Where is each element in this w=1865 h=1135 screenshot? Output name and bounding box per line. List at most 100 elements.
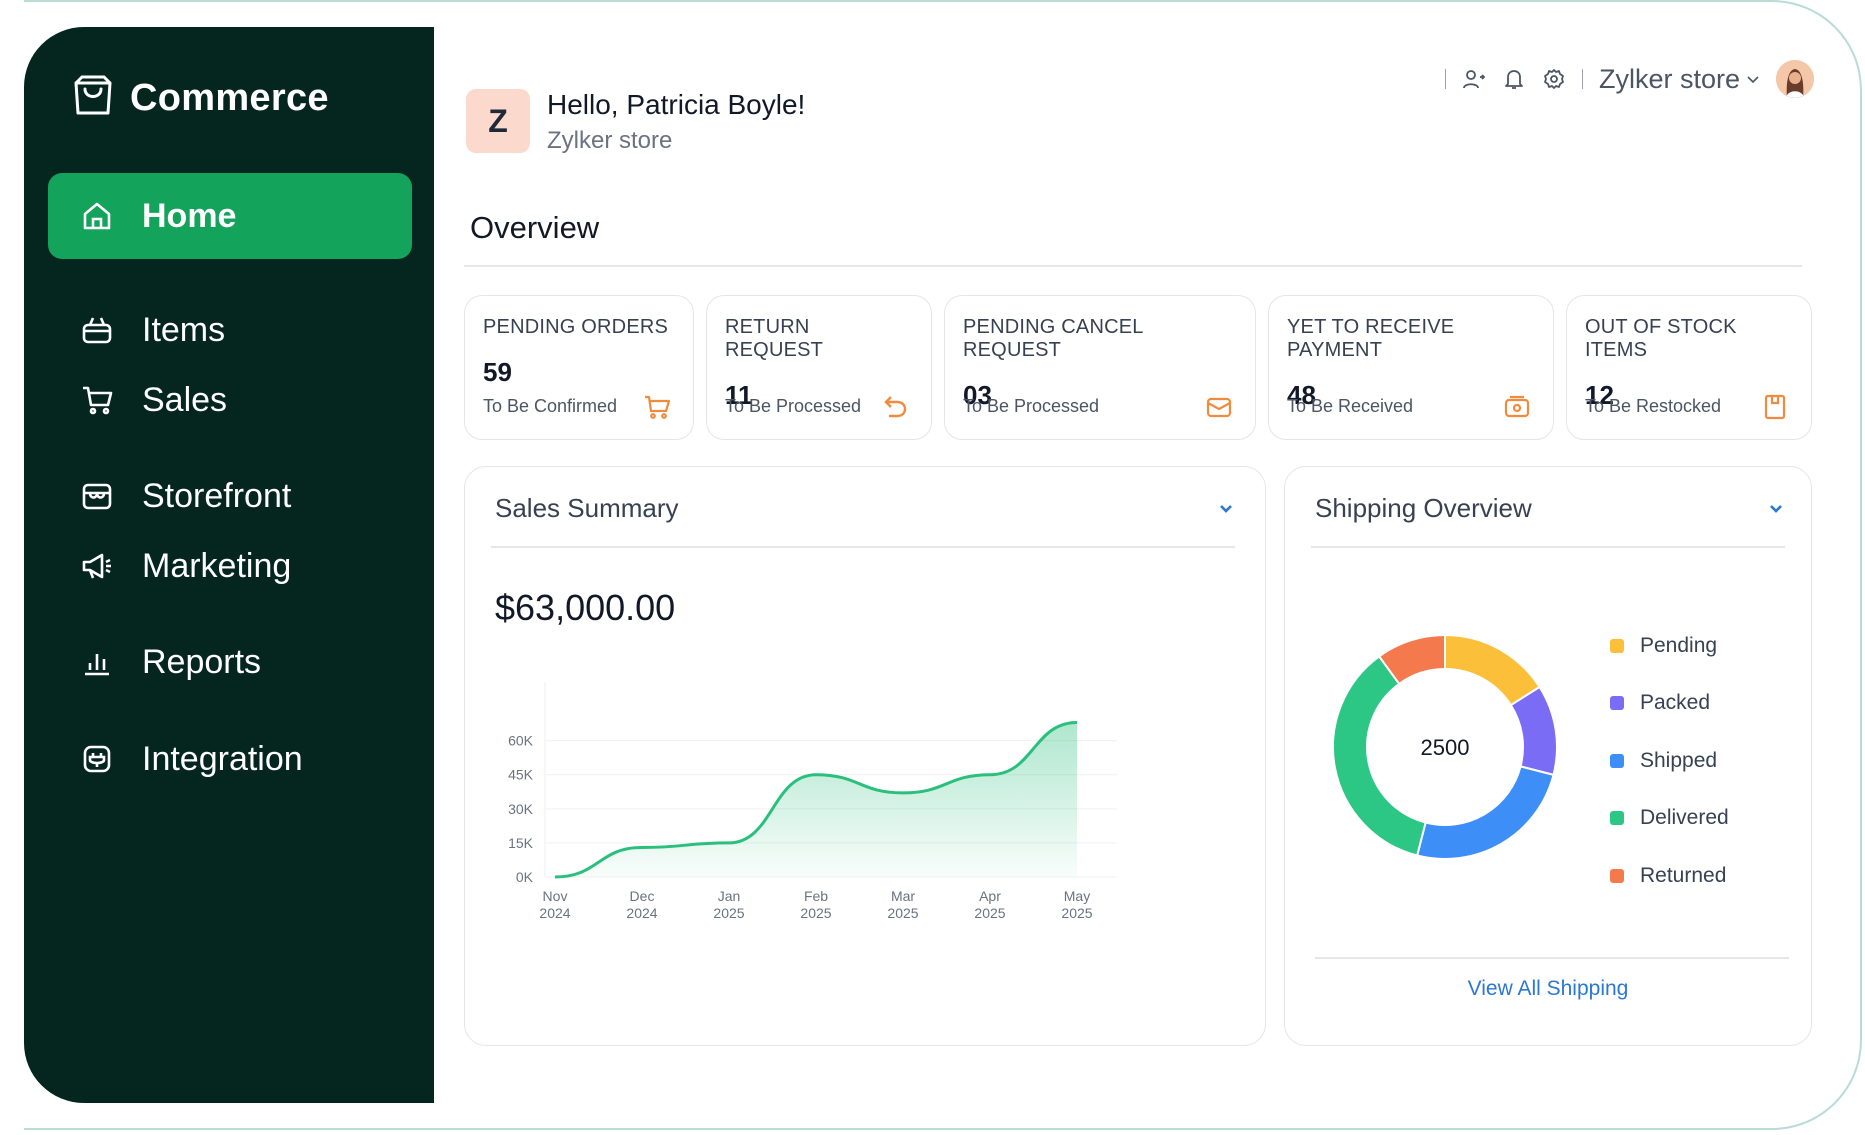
divider	[491, 546, 1235, 548]
card-title: PENDING ORDERS	[483, 316, 675, 339]
legend-label: Pending	[1640, 634, 1717, 658]
x-tick-label: Nov2024	[539, 888, 570, 921]
legend-label: Packed	[1640, 691, 1710, 715]
return-icon	[881, 393, 909, 421]
cash-icon	[1503, 393, 1531, 421]
divider	[1315, 957, 1789, 959]
x-tick-label: Jan2025	[713, 888, 744, 921]
commerce-logo-icon	[70, 73, 116, 124]
legend-swatch	[1610, 754, 1624, 768]
chart-legend: PendingPackedShippedDeliveredReturned	[1610, 617, 1729, 905]
divider	[1582, 69, 1583, 89]
bar-chart-icon	[80, 645, 114, 679]
sidebar-item-label: Items	[142, 311, 225, 350]
donut-slice-delivered[interactable]	[1333, 656, 1426, 855]
sidebar-item-label: Home	[142, 197, 236, 236]
divider	[1311, 546, 1785, 548]
donut-slice-shipped[interactable]	[1417, 766, 1553, 859]
legend-swatch	[1610, 811, 1624, 825]
view-all-shipping-link[interactable]: View All Shipping	[1285, 977, 1811, 1001]
sales-total: $63,000.00	[495, 587, 675, 629]
card-pending-orders[interactable]: PENDING ORDERS 59 To Be Confirmed	[464, 295, 694, 440]
app-window: Commerce Home Items Sales Storefront	[24, 27, 1814, 1103]
legend-item-packed: Packed	[1610, 675, 1729, 733]
y-tick-label: 30K	[508, 801, 534, 817]
series-area	[555, 722, 1077, 877]
megaphone-icon	[80, 549, 114, 583]
legend-swatch	[1610, 639, 1624, 653]
donut-center-label: 2500	[1421, 735, 1470, 760]
overview-title: Overview	[470, 210, 599, 246]
card-out-of-stock-items[interactable]: OUT OF STOCK ITEMS 12 To Be Restocked	[1566, 295, 1812, 440]
sidebar-item-label: Integration	[142, 740, 303, 779]
brand-name: Commerce	[130, 77, 329, 120]
chevron-down-icon[interactable]	[1217, 499, 1235, 517]
card-subtitle: To Be Confirmed	[483, 396, 617, 417]
sidebar-item-home[interactable]: Home	[48, 173, 412, 259]
x-tick-label: May2025	[1061, 888, 1092, 921]
divider	[464, 265, 1802, 267]
sales-area-chart: 0K15K30K45K60KNov2024Dec2024Jan2025Feb20…	[487, 682, 1247, 1032]
panel-title: Sales Summary	[495, 493, 679, 524]
home-icon	[80, 199, 114, 233]
user-switch-icon[interactable]	[1462, 67, 1486, 91]
card-subtitle: To Be Processed	[963, 396, 1099, 417]
donut-slice-packed[interactable]	[1511, 687, 1557, 775]
store-switcher[interactable]: Zylker store	[1599, 64, 1760, 95]
legend-item-returned: Returned	[1610, 847, 1729, 905]
chevron-down-icon	[1746, 72, 1760, 86]
sidebar-item-reports[interactable]: Reports	[48, 619, 412, 705]
y-tick-label: 45K	[508, 767, 534, 783]
sidebar-item-label: Sales	[142, 381, 227, 420]
x-tick-label: Dec2024	[626, 888, 657, 921]
card-count: 59	[483, 357, 675, 388]
sidebar-item-label: Storefront	[142, 477, 291, 516]
card-title: YET TO RECEIVE PAYMENT	[1287, 316, 1535, 362]
shipping-donut-chart: 2500	[1325, 627, 1565, 867]
card-title: OUT OF STOCK ITEMS	[1585, 316, 1793, 362]
greeting: Hello, Patricia Boyle!	[547, 89, 805, 121]
sidebar-item-sales[interactable]: Sales	[48, 357, 412, 443]
card-yet-to-receive-payment[interactable]: YET TO RECEIVE PAYMENT 48 To Be Received	[1268, 295, 1554, 440]
sidebar-item-integration[interactable]: Integration	[48, 716, 412, 802]
storefront-icon	[80, 479, 114, 513]
box-icon	[1761, 393, 1789, 421]
brand[interactable]: Commerce	[70, 73, 329, 124]
sidebar-item-marketing[interactable]: Marketing	[48, 523, 412, 609]
cart-icon	[80, 383, 114, 417]
bell-icon[interactable]	[1502, 67, 1526, 91]
topbar: Zylker store	[1445, 59, 1814, 99]
x-tick-label: Apr2025	[974, 888, 1005, 921]
gear-icon[interactable]	[1542, 67, 1566, 91]
legend-swatch	[1610, 869, 1624, 883]
panel-title: Shipping Overview	[1315, 493, 1532, 524]
donut-slice-pending[interactable]	[1445, 635, 1540, 705]
card-return-request[interactable]: RETURN REQUEST 11 To Be Processed	[706, 295, 932, 440]
divider	[1445, 69, 1446, 89]
shipping-overview-panel: Shipping Overview 2500 Pending Packed Ship…	[1284, 466, 1812, 1046]
card-subtitle: To Be Processed	[725, 396, 861, 417]
legend-item-pending: Pending	[1610, 617, 1729, 675]
greeting-store-name: Zylker store	[547, 127, 672, 155]
envelope-icon	[1205, 393, 1233, 421]
store-avatar: Z	[466, 89, 530, 153]
bag-icon	[80, 313, 114, 347]
y-tick-label: 15K	[508, 835, 534, 851]
chevron-down-icon[interactable]	[1767, 499, 1785, 517]
y-tick-label: 60K	[508, 733, 534, 749]
sidebar: Commerce Home Items Sales Storefront	[24, 27, 434, 1103]
user-avatar[interactable]	[1776, 60, 1814, 98]
x-tick-label: Feb2025	[800, 888, 831, 921]
sales-summary-panel: Sales Summary $63,000.00 0K15K30K45K60KN…	[464, 466, 1266, 1046]
legend-label: Returned	[1640, 864, 1726, 888]
legend-swatch	[1610, 696, 1624, 710]
main-content: Z Hello, Patricia Boyle! Zylker store	[434, 27, 1814, 1103]
card-title: RETURN REQUEST	[725, 316, 913, 362]
sidebar-item-label: Marketing	[142, 547, 291, 586]
x-tick-label: Mar2025	[887, 888, 918, 921]
card-pending-cancel-request[interactable]: PENDING CANCEL REQUEST 03 To Be Processe…	[944, 295, 1256, 440]
store-switcher-label: Zylker store	[1599, 64, 1740, 95]
legend-label: Shipped	[1640, 749, 1717, 773]
card-subtitle: To Be Restocked	[1585, 396, 1721, 417]
sidebar-item-label: Reports	[142, 643, 261, 682]
